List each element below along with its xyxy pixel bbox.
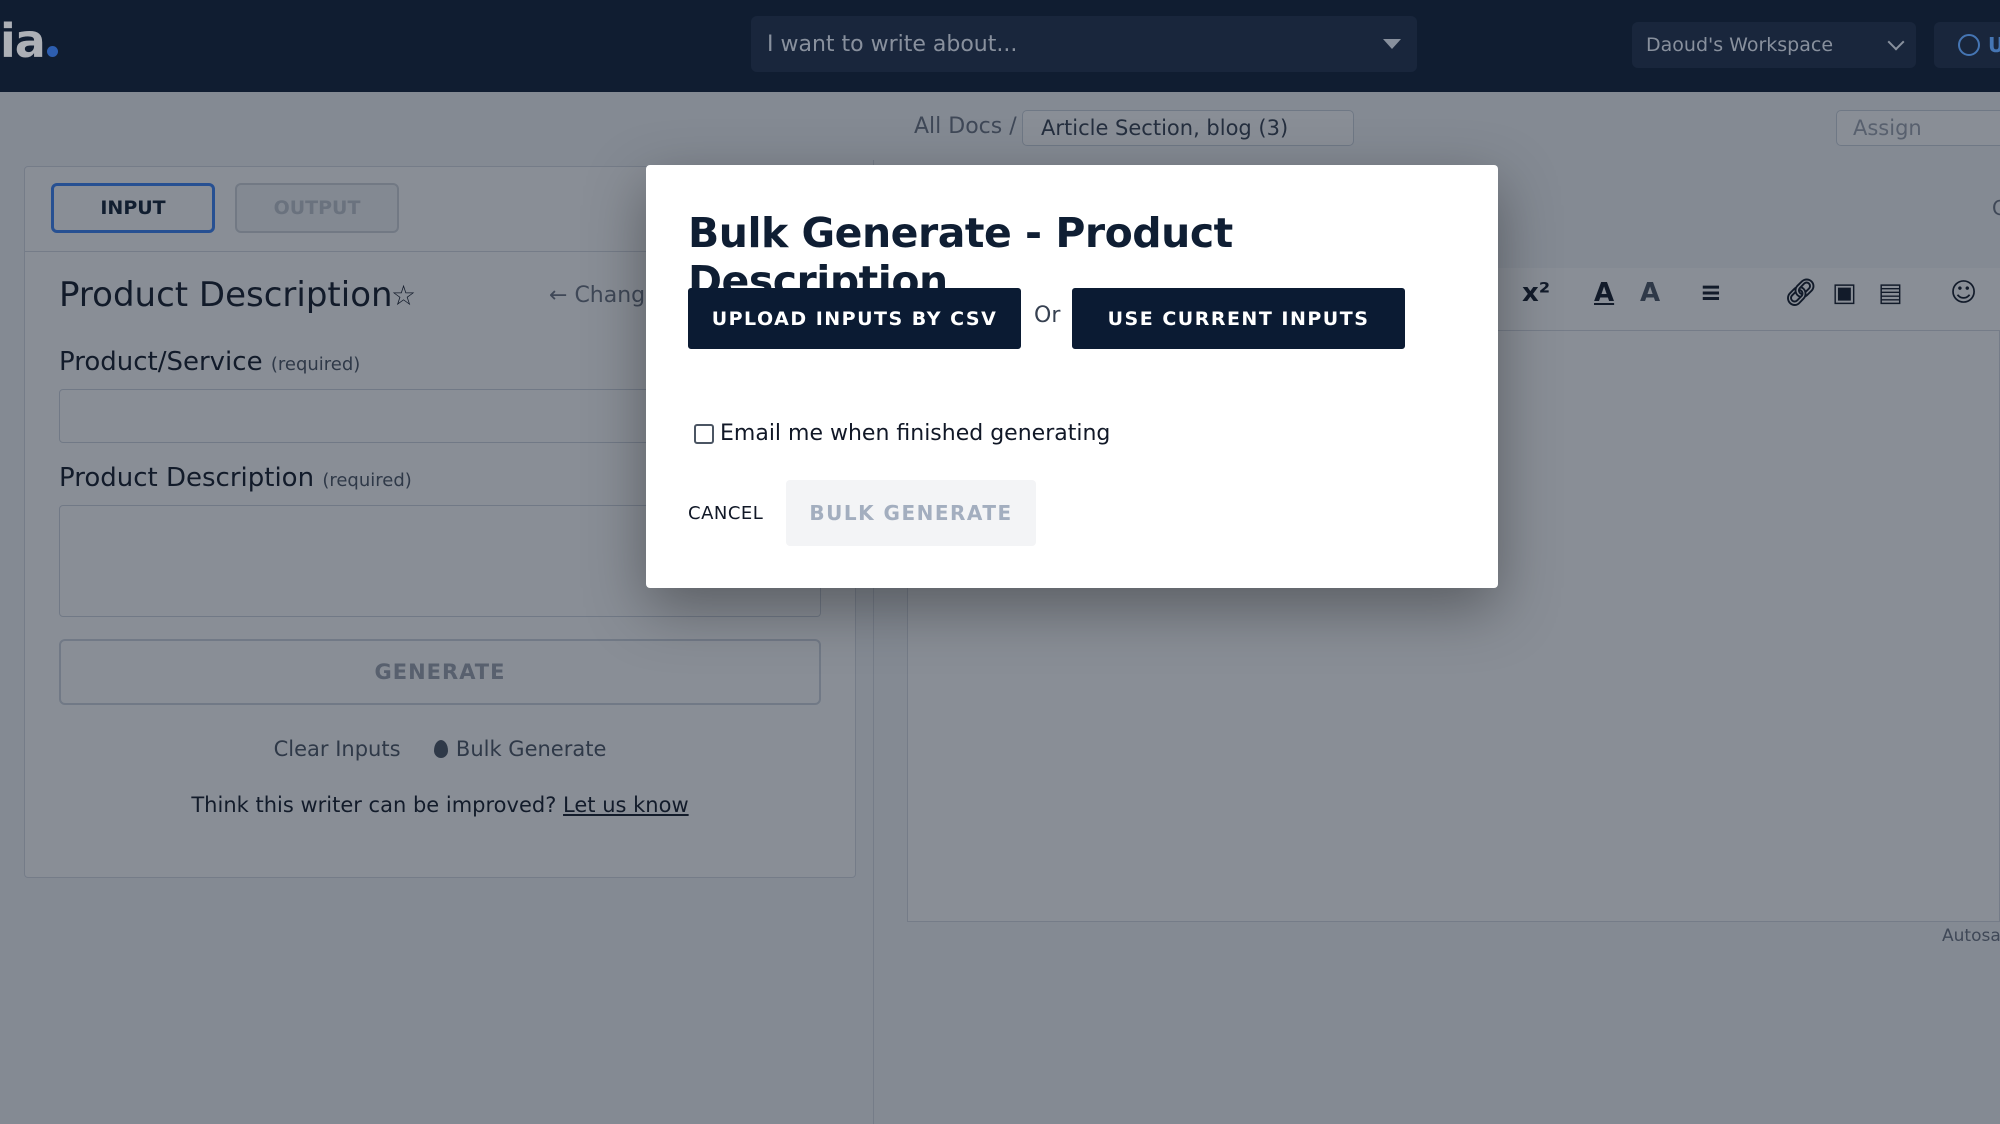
email-checkbox-label: Email me when finished generating xyxy=(720,421,1111,446)
use-current-inputs-button[interactable]: USE CURRENT INPUTS xyxy=(1072,288,1405,349)
upload-csv-button[interactable]: UPLOAD INPUTS BY CSV xyxy=(688,288,1021,349)
email-option[interactable]: Email me when finished generating xyxy=(694,421,1110,446)
bulk-generate-button[interactable]: BULK GENERATE xyxy=(786,480,1036,546)
email-checkbox[interactable] xyxy=(694,423,714,444)
bulk-generate-dialog: Bulk Generate - Product Description UPLO… xyxy=(646,165,1498,588)
or-separator: Or xyxy=(1034,303,1061,328)
modal-backdrop-top xyxy=(0,0,2000,92)
cancel-button[interactable]: CANCEL xyxy=(688,503,763,524)
